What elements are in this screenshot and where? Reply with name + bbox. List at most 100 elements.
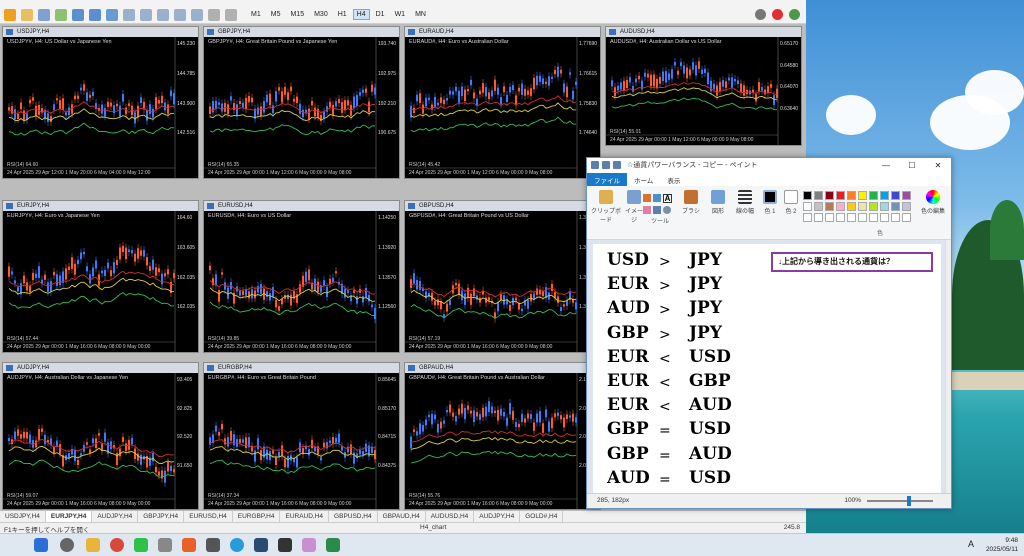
color-swatch[interactable]	[825, 202, 834, 211]
price-chart[interactable]	[204, 373, 400, 510]
color-swatch[interactable]	[902, 191, 911, 200]
chart-title[interactable]: AUDJPY,H4	[3, 363, 198, 373]
zoom-out-icon[interactable]	[89, 8, 101, 21]
price-chart[interactable]	[3, 373, 199, 510]
chart-tab[interactable]: EURJPY,H4	[45, 511, 93, 522]
tab-file[interactable]: ファイル	[587, 173, 627, 186]
close-button[interactable]: ✕	[925, 158, 951, 173]
tile-icon[interactable]	[106, 8, 118, 21]
color-swatch-empty[interactable]	[803, 213, 812, 222]
color-swatch[interactable]	[803, 191, 812, 200]
search-icon[interactable]	[60, 538, 74, 552]
color1-group[interactable]: 色 1	[761, 190, 779, 215]
color-swatch[interactable]	[814, 191, 823, 200]
price-chart[interactable]	[405, 37, 601, 179]
chart-window[interactable]: EURGBP,H4 EURGBP#, H4: Euro vs Great Brit…	[203, 362, 400, 510]
chart-window[interactable]: EURUSD,H4 EURUSD#, H4: Euro vs US Dollar 1…	[203, 200, 400, 353]
color-swatch[interactable]	[869, 191, 878, 200]
chart-tabs[interactable]: USDJPY,H4 EURJPY,H4 AUDJPY,H4 GBPJPY,H4 EURU…	[0, 510, 806, 522]
color-swatch-empty[interactable]	[880, 213, 889, 222]
telegram-icon[interactable]	[230, 538, 244, 552]
redo-icon[interactable]	[613, 161, 621, 169]
tab-home[interactable]: ホーム	[627, 173, 660, 186]
chart-window[interactable]: GBPJPY,H4 GBPJPY#, H4: Great Britain Poun…	[203, 26, 400, 179]
color-swatch[interactable]	[858, 191, 867, 200]
maximize-button[interactable]: ☐	[899, 158, 925, 173]
chart-tab[interactable]: EURAUD,H4	[280, 511, 330, 522]
chart-tab[interactable]: GBPJPY,H4	[138, 511, 185, 522]
brave-icon[interactable]	[182, 538, 196, 552]
magnifier-icon[interactable]	[663, 206, 671, 214]
shapes-group[interactable]: 図形	[707, 190, 729, 215]
undo-icon[interactable]	[602, 161, 610, 169]
chart-tab[interactable]: GBPAUD,H4	[378, 511, 426, 522]
app-icon[interactable]	[206, 538, 220, 552]
line-tool-icon[interactable]	[157, 8, 169, 21]
chart-title[interactable]: USDJPY,H4	[3, 27, 198, 37]
paint-taskbar-icon[interactable]	[302, 538, 316, 552]
color-swatch[interactable]	[847, 191, 856, 200]
clipboard-group[interactable]: クリップボード	[591, 190, 621, 224]
line-icon[interactable]	[134, 538, 148, 552]
text-tool-icon[interactable]	[208, 8, 220, 21]
edit-colors-group[interactable]: 色の編集	[921, 190, 945, 215]
color-swatch-empty[interactable]	[836, 213, 845, 222]
grid-icon[interactable]	[38, 8, 50, 21]
app-icon[interactable]	[158, 538, 172, 552]
color-swatch-empty[interactable]	[847, 213, 856, 222]
crosshair-icon[interactable]	[140, 8, 152, 21]
price-chart[interactable]	[3, 211, 199, 353]
brush-group[interactable]: ブラシ	[681, 190, 701, 215]
chart-window[interactable]: GBPAUD,H4 GBPAUD#, H4: Great Britain Poun…	[404, 362, 601, 510]
chart-tab[interactable]: GOLD#,H4	[520, 511, 564, 522]
color-swatch-empty[interactable]	[858, 213, 867, 222]
tab-view[interactable]: 表示	[660, 173, 687, 186]
chart-title[interactable]: EURJPY,H4	[3, 201, 198, 211]
zoom-slider-knob[interactable]	[907, 496, 911, 506]
app-icon[interactable]	[326, 538, 340, 552]
color-swatch[interactable]	[880, 202, 889, 211]
minimize-button[interactable]: —	[873, 158, 899, 173]
vertical-scrollbar[interactable]	[945, 240, 951, 495]
chart-window[interactable]: EURJPY,H4 EURJPY#, H4: Euro vs Japanese Y…	[2, 200, 199, 353]
color-swatch-empty[interactable]	[902, 213, 911, 222]
chart-tab[interactable]: GBPUSD,H4	[329, 511, 378, 522]
price-chart[interactable]	[204, 37, 400, 179]
tools-group[interactable]: ツール	[643, 216, 677, 225]
color-swatch[interactable]	[847, 202, 856, 211]
price-chart[interactable]	[3, 37, 199, 179]
timeframe-button[interactable]: M5	[267, 9, 285, 20]
size-group[interactable]: 線の幅	[733, 190, 757, 215]
eraser-icon[interactable]	[643, 206, 651, 214]
timeframe-button[interactable]: H1	[334, 9, 351, 20]
timeframe-button[interactable]: W1	[391, 9, 410, 20]
channel-tool-icon[interactable]	[174, 8, 186, 21]
timeframe-button[interactable]: M1	[247, 9, 265, 20]
chart-window[interactable]: GBPUSD,H4 GBPUSD#, H4: Great Britain Poun…	[404, 200, 601, 353]
color-swatch[interactable]	[891, 202, 900, 211]
chrome-icon[interactable]	[110, 538, 124, 552]
drawing-canvas[interactable]: ↓上記から導き出される通貨は？ USD > JPY EUR > JPY AUD > JPY GBP…	[593, 244, 941, 495]
chart-title[interactable]: GBPJPY,H4	[204, 27, 399, 37]
settings-icon[interactable]	[789, 9, 800, 20]
color-swatch[interactable]	[814, 202, 823, 211]
chart-tab[interactable]: AUDJPY,H4	[474, 511, 521, 522]
zoom-in-icon[interactable]	[72, 8, 84, 21]
folder-icon[interactable]	[21, 8, 33, 21]
paint-window[interactable]: ☆通貨パワーバランス - コピー - ペイント — ☐ ✕ ファイル ホーム 表…	[586, 157, 952, 509]
cursor-icon[interactable]	[123, 8, 135, 21]
chart-title[interactable]: GBPUSD,H4	[405, 201, 600, 211]
color-swatch[interactable]	[880, 191, 889, 200]
chart-title[interactable]: AUDUSD,H4	[606, 27, 801, 37]
color-swatch-empty[interactable]	[814, 213, 823, 222]
save-icon[interactable]	[591, 161, 599, 169]
color-swatch[interactable]	[836, 191, 845, 200]
toolbar[interactable]: M1 M5 M15 M30 H1 H4 D1 W1 MN	[0, 6, 806, 24]
picker-icon[interactable]	[653, 206, 661, 214]
chart-title[interactable]: GBPAUD,H4	[405, 363, 600, 373]
clock-icon[interactable]	[755, 9, 766, 20]
chart-tab[interactable]: AUDUSD,H4	[426, 511, 475, 522]
label-tool-icon[interactable]	[225, 8, 237, 21]
color-swatch[interactable]	[825, 191, 834, 200]
app-icon[interactable]	[278, 538, 292, 552]
